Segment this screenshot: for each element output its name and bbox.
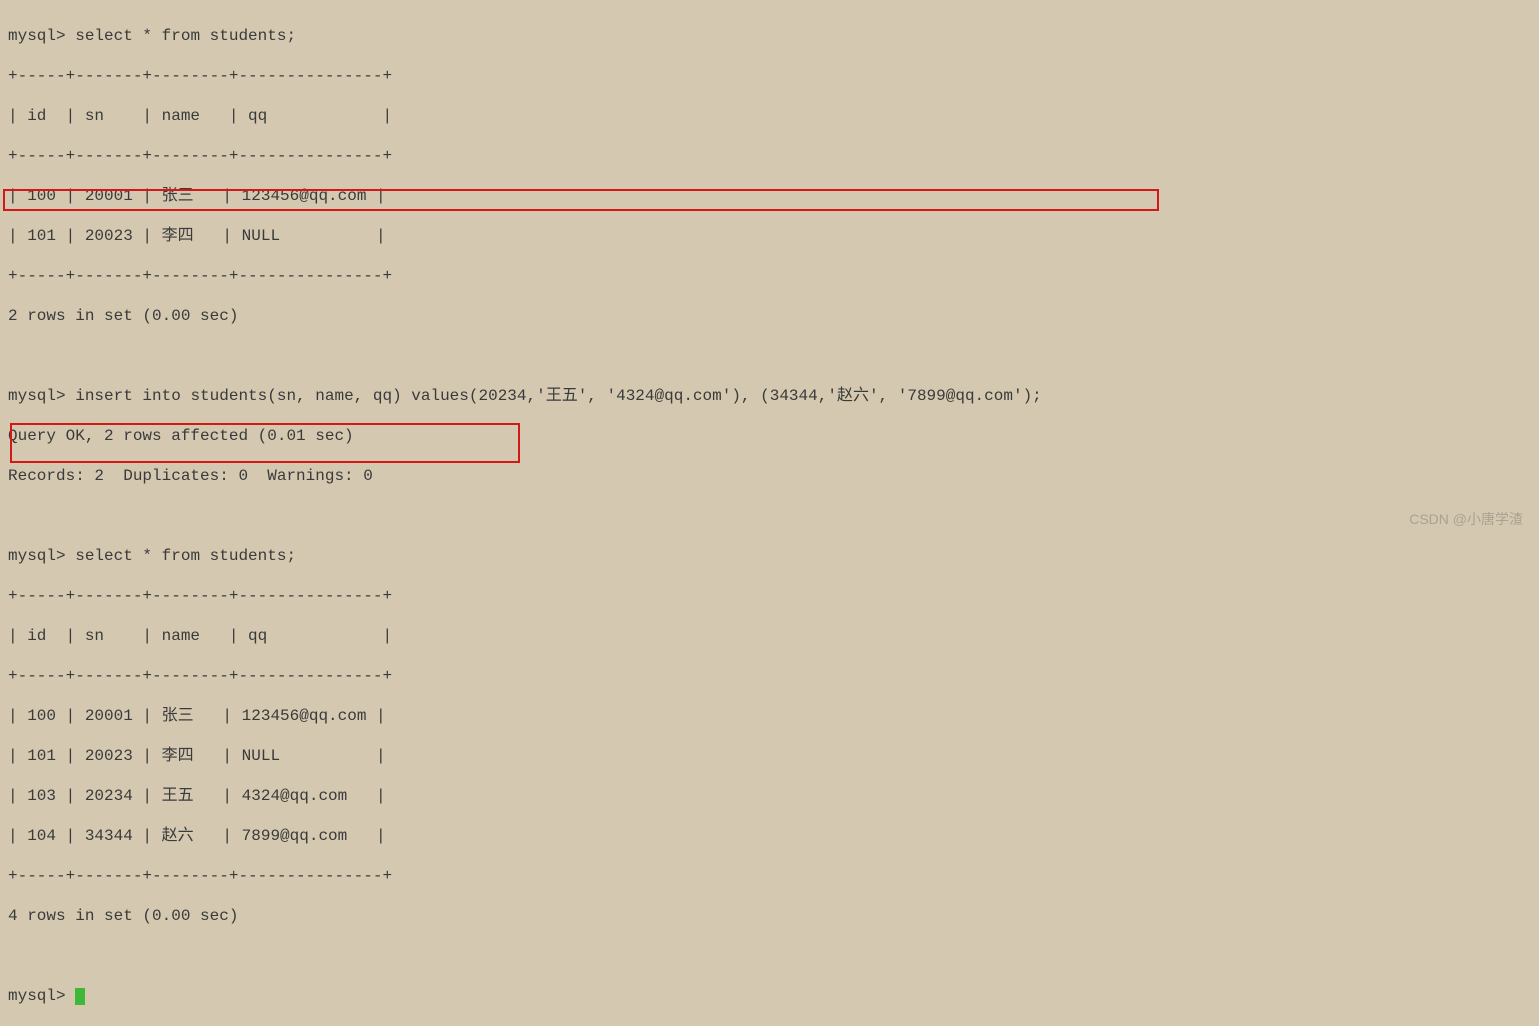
table-row: | 100 | 20001 | 张三 | 123456@qq.com |: [8, 186, 1531, 206]
table-row: | 100 | 20001 | 张三 | 123456@qq.com |: [8, 706, 1531, 726]
result-status: Query OK, 2 rows affected (0.01 sec): [8, 426, 1531, 446]
sql-query: insert into students(sn, name, qq) value…: [75, 387, 1042, 405]
table-separator: +-----+-------+--------+---------------+: [8, 586, 1531, 606]
result-status: 2 rows in set (0.00 sec): [8, 306, 1531, 326]
query-line-3: mysql> select * from students;: [8, 546, 1531, 566]
blank-line: [8, 946, 1531, 966]
table-separator: +-----+-------+--------+---------------+: [8, 866, 1531, 886]
query-line-1: mysql> select * from students;: [8, 26, 1531, 46]
table-separator: +-----+-------+--------+---------------+: [8, 66, 1531, 86]
table-row: | 103 | 20234 | 王五 | 4324@qq.com |: [8, 786, 1531, 806]
mysql-prompt: mysql>: [8, 547, 66, 565]
table-row: | 104 | 34344 | 赵六 | 7899@qq.com |: [8, 826, 1531, 846]
table-header: | id | sn | name | qq |: [8, 626, 1531, 646]
result-status: Records: 2 Duplicates: 0 Warnings: 0: [8, 466, 1531, 486]
sql-query: select * from students;: [75, 547, 296, 565]
query-line-2: mysql> insert into students(sn, name, qq…: [8, 386, 1531, 406]
terminal-output: mysql> select * from students; +-----+--…: [8, 6, 1531, 1026]
blank-line: [8, 506, 1531, 526]
table-row: | 101 | 20023 | 李四 | NULL |: [8, 226, 1531, 246]
cursor-icon: [75, 988, 85, 1005]
mysql-prompt: mysql>: [8, 387, 66, 405]
mysql-prompt: mysql>: [8, 27, 66, 45]
mysql-prompt: mysql>: [8, 987, 66, 1005]
sql-query: select * from students;: [75, 27, 296, 45]
result-status: 4 rows in set (0.00 sec): [8, 906, 1531, 926]
table-separator: +-----+-------+--------+---------------+: [8, 146, 1531, 166]
table-separator: +-----+-------+--------+---------------+: [8, 266, 1531, 286]
table-row: | 101 | 20023 | 李四 | NULL |: [8, 746, 1531, 766]
prompt-line[interactable]: mysql>: [8, 986, 1531, 1006]
blank-line: [8, 346, 1531, 366]
table-header: | id | sn | name | qq |: [8, 106, 1531, 126]
table-separator: +-----+-------+--------+---------------+: [8, 666, 1531, 686]
